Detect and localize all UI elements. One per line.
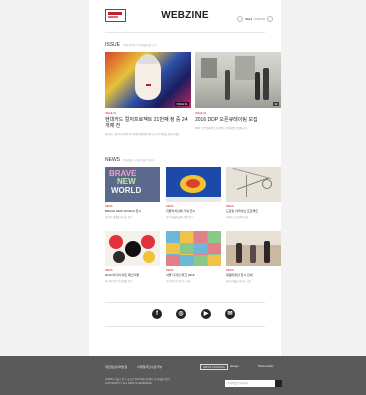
news-category: NEWS — [166, 269, 174, 272]
volume-nav: ‹ Vol.1 2016.06 › — [237, 16, 273, 22]
divider — [105, 32, 265, 33]
news-image[interactable] — [166, 231, 221, 266]
news-heading: NEWS 문화예술 소식을 전해드립니다 — [105, 157, 154, 163]
facebook-icon[interactable]: f — [152, 309, 162, 319]
footer-copyright: COPYRIGHT © ALL RIGHTS RESERVED. — [105, 382, 153, 385]
footer-info: (04536) 서울시 중구 을지로 100 아름다운재단 문화예술사업부 CO… — [105, 378, 195, 386]
next-volume-icon[interactable]: › — [267, 16, 273, 22]
issue-description: 현대카드 컬처프로젝트 21 번째 세계적인 아티스트의 작품을 만나보세요. — [105, 133, 181, 136]
news-card[interactable]: NEWS 2016 미디어 아트 페스티벌 미디어 아트의 현재를 보다 — [105, 231, 160, 283]
prev-volume-icon[interactable]: ‹ — [237, 16, 244, 22]
news-subheading: 문화예술 소식을 전해드립니다 — [123, 159, 155, 162]
issue-image[interactable]: ISSUE 01 — [105, 52, 191, 108]
news-description: 현대 미술을 만나는 시간 — [226, 280, 252, 283]
site-footer: 개인정보처리방침 이메일무단수집거부 (04536) 서울시 중구 을지로 10… — [0, 356, 366, 395]
volume-date: 2016.06 — [254, 17, 265, 21]
news-category: NEWS — [105, 205, 113, 208]
issue-image[interactable]: 02 — [195, 52, 281, 108]
issue-category: ISSUE 02 — [195, 112, 206, 115]
footer-link[interactable]: 개인정보처리방침 — [105, 365, 127, 369]
news-card[interactable]: NEWS 지방자치단체 기획 전시 지역 예술가들의 작품 전시 — [166, 167, 221, 219]
news-heading-label: NEWS — [105, 157, 120, 163]
footer-link[interactable]: 이메일무단수집거부 — [137, 365, 162, 369]
news-category: NEWS — [226, 205, 234, 208]
news-category: NEWS — [105, 269, 113, 272]
footer-search-input[interactable]: 검색어를 입력하세요 — [225, 380, 275, 387]
news-image[interactable] — [226, 167, 281, 202]
issue-description: DDP 오픈큐레이팅 프로젝트 참가자를 모집합니다. — [195, 127, 248, 130]
divider — [105, 302, 265, 303]
news-title[interactable]: 지방자치단체 기획 전시 — [166, 209, 221, 213]
issue-image-tag: 02 — [273, 102, 279, 106]
news-category: NEWS — [166, 205, 174, 208]
news-image[interactable] — [105, 231, 160, 266]
issue-card[interactable]: ISSUE 01 ISSUE 01 현대카드 컬처프로젝트 21번째 정 중 2… — [105, 52, 191, 137]
footer-logo-partnership[interactable]: Partnership — [258, 364, 273, 368]
news-card[interactable]: NEWS 드로잉 아카이브 프로젝트 기록과 드로잉의 만남 — [226, 167, 281, 219]
blog-icon[interactable]: ✉ — [225, 309, 235, 319]
news-title[interactable]: 드로잉 아카이브 프로젝트 — [226, 209, 281, 213]
search-icon[interactable] — [275, 380, 282, 387]
news-description: 새로운 세계를 만나는 전시 — [105, 216, 133, 219]
footer-links: 개인정보처리방침 이메일무단수집거부 — [105, 365, 162, 369]
issue-heading: ISSUE 아름다운재단 문화예술사업 소식 — [105, 42, 157, 48]
youtube-icon[interactable]: ▶ — [201, 309, 211, 319]
news-card[interactable]: NEWS 서울 디자인 위크 2016 디자인으로 만나는 서울 — [166, 231, 221, 283]
issue-image-tag: ISSUE 01 — [175, 102, 189, 106]
issue-category: ISSUE 01 — [105, 112, 116, 115]
issue-card[interactable]: 02 ISSUE 02 2016 DDP 오픈큐레이팅 모집 DDP 오픈큐레이… — [195, 52, 281, 131]
issue-subheading: 아름다운재단 문화예술사업 소식 — [123, 44, 157, 47]
news-title[interactable]: 2016 미디어 아트 페스티벌 — [105, 273, 160, 277]
news-title[interactable]: BRAVE NEW WORLD 전시 — [105, 209, 160, 213]
news-category: NEWS — [226, 269, 234, 272]
footer-logo-design[interactable]: design — [230, 364, 239, 368]
news-card[interactable]: NEWS 대림미술관 전시 안내 현대 미술을 만나는 시간 — [226, 231, 281, 283]
issue-title[interactable]: 현대카드 컬처프로젝트 21번째 정 중 24개예 전 — [105, 117, 191, 129]
news-image[interactable] — [166, 167, 221, 202]
news-description: 지역 예술가들의 작품 전시 — [166, 216, 194, 219]
news-title[interactable]: 대림미술관 전시 안내 — [226, 273, 281, 277]
footer-logo-arts-council[interactable]: ARTS COUNCIL — [200, 364, 229, 370]
news-title[interactable]: 서울 디자인 위크 2016 — [166, 273, 221, 277]
news-description: 기록과 드로잉의 만남 — [226, 216, 249, 219]
volume-label: Vol.1 — [245, 17, 253, 21]
news-description: 미디어 아트의 현재를 보다 — [105, 280, 133, 283]
instagram-icon[interactable]: ◎ — [176, 309, 186, 319]
news-image[interactable] — [226, 231, 281, 266]
news-image[interactable]: BRAVE NEW WORLD — [105, 167, 160, 202]
issue-heading-label: ISSUE — [105, 42, 121, 48]
webzine-page: WEBZINE ‹ Vol.1 2016.06 › ISSUE 아름다운재단 문… — [89, 0, 281, 356]
news-description: 디자인으로 만나는 서울 — [166, 280, 191, 283]
issue-title[interactable]: 2016 DDP 오픈큐레이팅 모집 — [195, 117, 281, 123]
news-card[interactable]: BRAVE NEW WORLD NEWS BRAVE NEW WORLD 전시 … — [105, 167, 160, 219]
divider — [105, 326, 265, 327]
